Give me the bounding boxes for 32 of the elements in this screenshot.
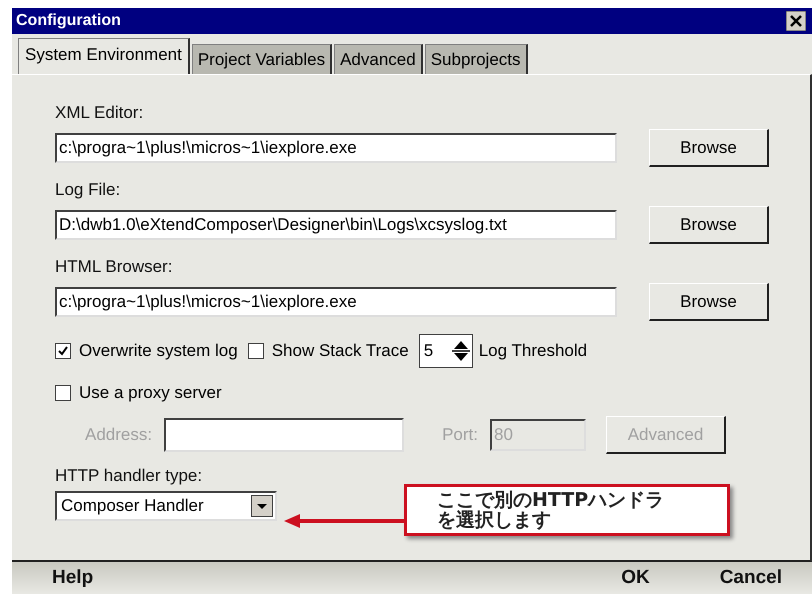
footer-button[interactable]: Cancel [710, 567, 792, 589]
input-field[interactable]: D:\dwb1.0\eXtendComposer\Designer\bin\Logs\xcsyslog.txt [55, 210, 617, 240]
browse-button[interactable]: Browse [649, 129, 769, 167]
field-label: HTML Browser: [55, 257, 174, 277]
footer-button[interactable]: OK [611, 567, 660, 589]
port-label: Port: [442, 425, 478, 445]
browse-button[interactable]: Browse [649, 206, 769, 244]
field-label: HTTP handler type: [55, 466, 204, 486]
tab[interactable]: Project Variables [192, 44, 332, 74]
spin-field[interactable]: 5 [418, 334, 473, 368]
tab[interactable]: Subprojects [424, 44, 528, 74]
checkbox-label: Use a proxy server [79, 383, 222, 403]
checkbox-label: Overwrite system log [79, 341, 238, 361]
caret-icon[interactable] [251, 495, 273, 517]
window-title: Configuration [16, 12, 121, 30]
input-field[interactable]: c:\progra~1\plus!\micros~1\iexplore.exe [55, 287, 617, 317]
tab[interactable]: System Environment [18, 38, 190, 74]
checkbox[interactable] [55, 343, 71, 359]
handler-dropdown[interactable]: Composer Handler [55, 491, 277, 521]
field-label: Log File: [55, 180, 122, 200]
close-icon[interactable] [786, 11, 806, 31]
checkbox[interactable] [248, 343, 264, 359]
checkbox-label: Show Stack Trace [272, 341, 409, 361]
tab[interactable]: Advanced [334, 44, 423, 74]
browse-button[interactable]: Browse [649, 283, 769, 321]
input-field[interactable]: c:\progra~1\plus!\micros~1\iexplore.exe [55, 133, 617, 163]
address-label: Address: [85, 425, 152, 445]
callout-text: を選択します [437, 510, 552, 530]
footer-button[interactable]: Help [42, 567, 104, 589]
spin-label: Log Threshold [478, 341, 588, 361]
field-label: XML Editor: [55, 103, 144, 123]
callout-text: ここで別のHTTPハンドラ [437, 490, 666, 510]
